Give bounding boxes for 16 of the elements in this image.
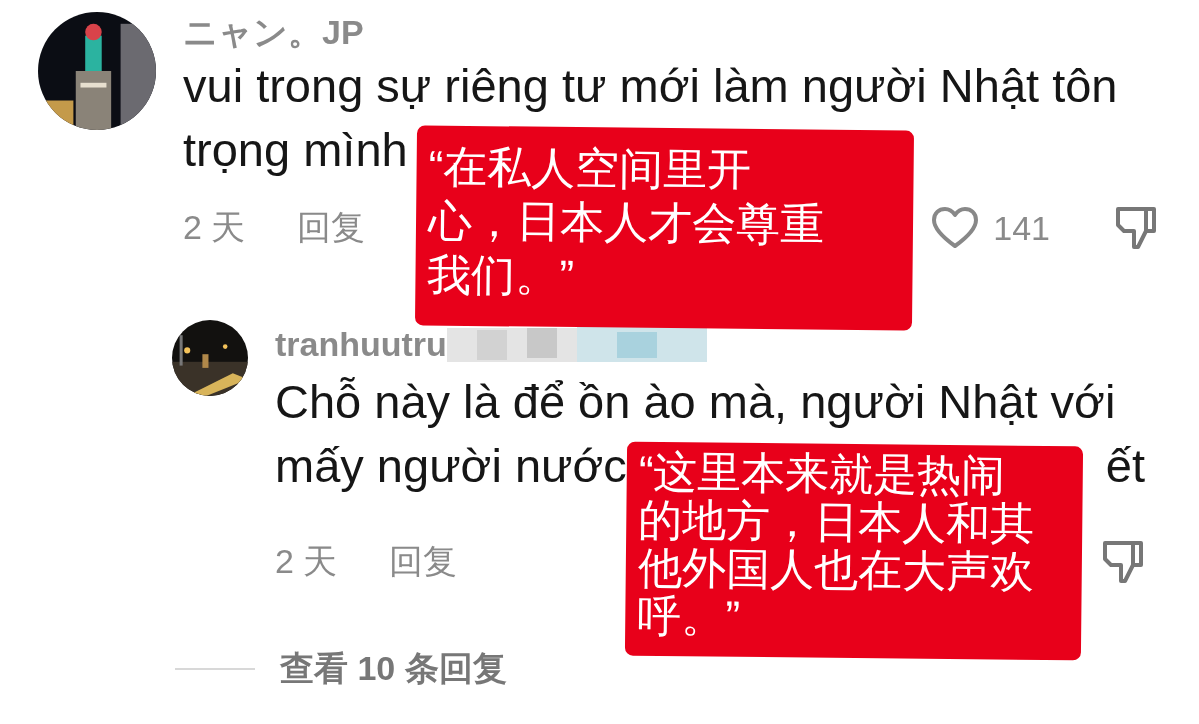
view-replies-link[interactable]: 查看 10 条回复 xyxy=(280,646,507,692)
reply-button[interactable]: 回复 xyxy=(389,539,458,585)
comment-text: ết xyxy=(1105,438,1145,494)
comment-text: vui trong sự riêng tư mới làm người Nhật tôn xyxy=(183,58,1118,114)
username[interactable]: ニャン。JP xyxy=(183,10,1158,54)
timestamp: 2 天 xyxy=(183,207,246,248)
timestamp: 2 天 xyxy=(275,541,338,582)
heart-icon[interactable] xyxy=(931,206,980,250)
like-count: 141 xyxy=(993,208,1050,248)
thumbs-down-icon[interactable] xyxy=(1114,205,1158,251)
comment-text: trọng mình xyxy=(183,122,408,178)
comment-text: Chỗ này là để ồn ào mà, người Nhật với xyxy=(275,374,1116,430)
reply-button[interactable]: 回复 xyxy=(297,205,366,251)
annotation-note: “在私人空间里开 心，日本人才会尊重 我们。” xyxy=(414,125,915,331)
comment-text: mấy người nước xyxy=(275,438,627,494)
thumbs-down-icon[interactable] xyxy=(1101,539,1145,585)
